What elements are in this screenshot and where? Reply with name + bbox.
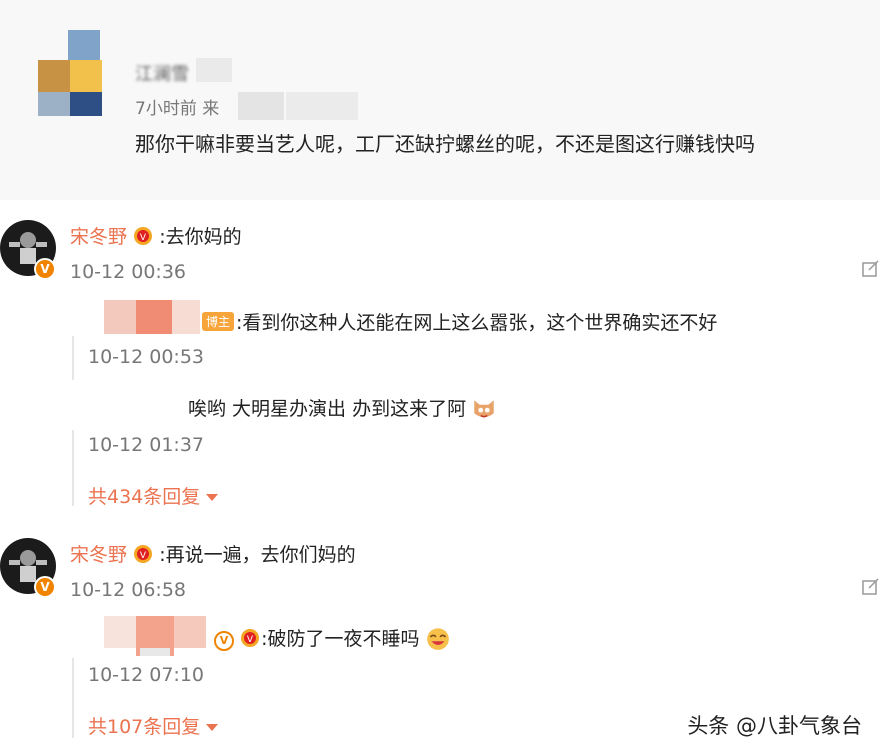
reply-thread-line: [72, 658, 74, 738]
comment-avatar[interactable]: V: [0, 220, 56, 280]
crown-badge-icon: V: [241, 629, 260, 647]
view-replies-link[interactable]: 共434条回复: [88, 482, 219, 509]
reply-text: :看到你这种人还能在网上这么嚣张，这个世界确实还不好: [236, 312, 718, 334]
svg-text:V: V: [140, 233, 147, 243]
comment-time: 10-12 00:36: [70, 261, 187, 283]
comment-time: 10-12 06:58: [70, 579, 187, 601]
reply-2: 唉哟 大明星办演出 办到这来了阿: [188, 394, 497, 421]
view-replies-label[interactable]: 共434条回复: [88, 486, 200, 508]
edit-icon[interactable]: [862, 577, 880, 595]
emoji-cat-icon: [474, 400, 494, 418]
original-post: [0, 0, 880, 200]
reply-text: 唉哟 大明星办演出 办到这来了阿: [188, 398, 467, 420]
reply-time: 10-12 07:10: [88, 664, 205, 686]
edit-icon[interactable]: [862, 259, 880, 277]
username-blur: [196, 58, 232, 82]
reply-3: V V :破防了一夜不睡吗: [214, 624, 451, 651]
reply-time: 10-12 00:53: [88, 346, 205, 368]
verified-v-icon: V: [34, 576, 56, 598]
reply-thread-line: [72, 430, 74, 506]
svg-text:V: V: [247, 635, 254, 645]
reply-thread-line: [72, 336, 74, 380]
crown-badge-icon: V: [134, 227, 153, 245]
post-username-text[interactable]: 江澜雪: [135, 64, 189, 85]
emoji-laugh-icon: [426, 628, 449, 650]
source-blur-2: [286, 92, 358, 120]
watermark: 头条 @八卦气象台: [687, 714, 862, 738]
comment-avatar[interactable]: V: [0, 538, 56, 598]
verified-v-icon: V: [34, 258, 56, 280]
reply-user-mosaic: [104, 616, 214, 656]
reply-time: 10-12 01:37: [88, 434, 205, 456]
chevron-down-icon: [206, 724, 219, 731]
comment-text: :再说一遍，去你们妈的: [159, 544, 356, 566]
reply-1: 博主:看到你这种人还能在网上这么嚣张，这个世界确实还不好: [202, 308, 717, 335]
comment-text: :去你妈的: [159, 226, 242, 248]
reply-user-mosaic: [104, 300, 200, 334]
comment-author[interactable]: 宋冬野: [70, 544, 127, 566]
post-avatar-mosaic[interactable]: [38, 30, 104, 118]
source-blur-1: [238, 92, 284, 120]
post-username[interactable]: 江澜雪: [135, 60, 189, 86]
comment-1-header: 宋冬野 V :去你妈的: [70, 222, 242, 249]
post-meta: 7小时前 来: [135, 99, 220, 119]
svg-text:V: V: [140, 551, 147, 561]
verified-v-icon: V: [214, 631, 234, 651]
view-replies-link[interactable]: 共107条回复: [88, 712, 219, 739]
author-tag: 博主: [202, 312, 235, 331]
crown-badge-icon: V: [134, 545, 153, 563]
comment-author[interactable]: 宋冬野: [70, 226, 127, 248]
view-replies-label[interactable]: 共107条回复: [88, 716, 200, 738]
reply-text: :破防了一夜不睡吗: [261, 628, 420, 650]
comment-2-header: 宋冬野 V :再说一遍，去你们妈的: [70, 540, 356, 567]
chevron-down-icon: [206, 494, 219, 501]
post-text: 那你干嘛非要当艺人呢，工厂还缺拧螺丝的呢，不还是图这行赚钱快吗: [135, 132, 755, 156]
